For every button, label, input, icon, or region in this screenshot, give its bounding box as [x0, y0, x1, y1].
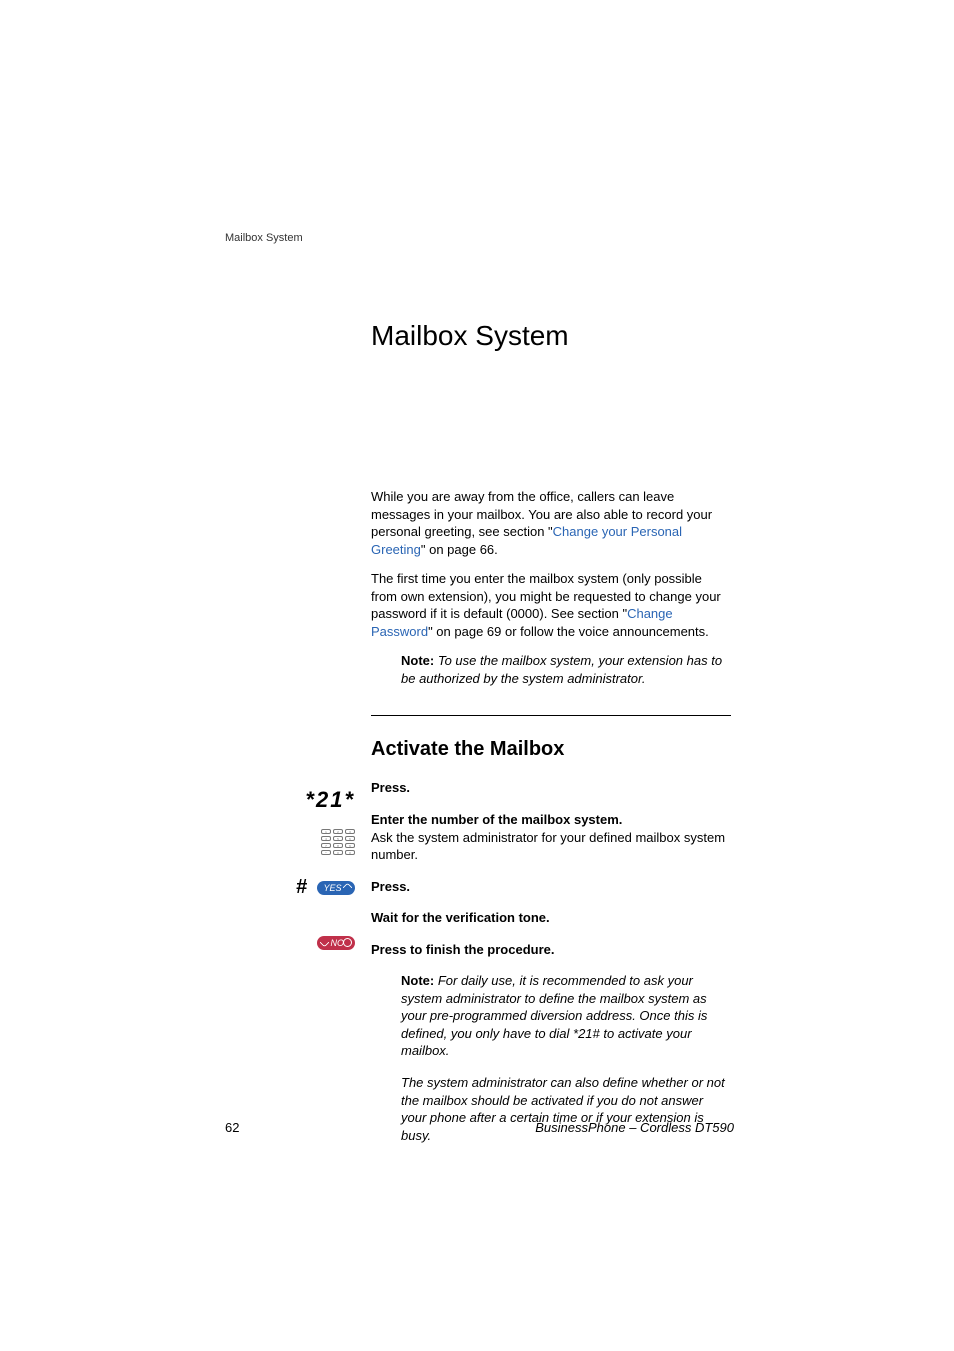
yes-button-icon: YES	[317, 881, 355, 895]
no-button-icon: NO	[317, 936, 355, 950]
step-2-bold: Enter the number of the mailbox system.	[371, 812, 622, 827]
divider	[371, 715, 731, 716]
text: " on page 66.	[421, 542, 498, 557]
step-5: Press to finish the procedure.	[371, 941, 731, 959]
intro-note: Note: To use the mailbox system, your ex…	[401, 652, 731, 687]
note-label: Note:	[401, 653, 434, 668]
note-text: For daily use, it is recommended to ask …	[401, 973, 707, 1058]
page-title: Mailbox System	[371, 320, 569, 352]
content-column: While you are away from the office, call…	[371, 488, 731, 1158]
no-label: NO	[330, 938, 344, 948]
footer-product: BusinessPhone – Cordless DT590	[535, 1120, 734, 1135]
note-label: Note:	[401, 973, 434, 988]
section-title: Activate the Mailbox	[371, 738, 731, 761]
intro-para-2: The first time you enter the mailbox sys…	[371, 570, 731, 640]
key-dial-code: *21*	[225, 787, 355, 813]
note-text: To use the mailbox system, your extensio…	[401, 653, 722, 686]
section-note-1: Note: For daily use, it is recommended t…	[401, 972, 731, 1060]
dial-code-icon: *21*	[305, 787, 355, 812]
key-hash-yes: # YES	[225, 876, 355, 899]
keypad-icon: 123 456 789 *0#	[225, 820, 355, 855]
step-2: Enter the number of the mailbox system. …	[371, 811, 731, 864]
step-2-text: Ask the system administrator for your de…	[371, 830, 725, 863]
step-3: Press.	[371, 878, 731, 896]
step-4: Wait for the verification tone.	[371, 909, 731, 927]
intro-para-1: While you are away from the office, call…	[371, 488, 731, 558]
page-number: 62	[225, 1120, 239, 1135]
hash-icon: #	[296, 876, 307, 898]
step-1: Press.	[371, 779, 731, 797]
running-header: Mailbox System	[225, 232, 303, 244]
yes-label: YES	[323, 883, 341, 893]
text: " on page 69 or follow the voice announc…	[428, 624, 709, 639]
key-no: NO	[225, 934, 355, 952]
